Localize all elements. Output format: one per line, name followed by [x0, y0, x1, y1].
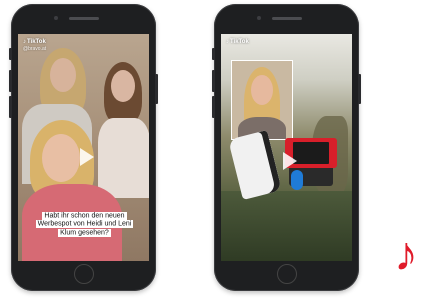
play-icon[interactable] — [80, 148, 94, 166]
user-handle: @bravo.at — [23, 46, 47, 52]
video-screen-left[interactable]: ♪TikTok @bravo.at Habt ihr schon den neu… — [18, 34, 149, 261]
video-caption: Habt ihr schon den neuen Werbespot von H… — [30, 211, 139, 238]
home-button[interactable] — [276, 264, 297, 284]
front-camera — [257, 16, 261, 20]
play-icon[interactable] — [283, 152, 297, 170]
video-screen-right[interactable]: ♪TikTok — [221, 34, 352, 261]
earpiece — [68, 17, 99, 20]
earpiece — [271, 17, 302, 20]
volume-up-button — [212, 70, 215, 92]
power-button — [358, 74, 361, 104]
phone-left: ♪TikTok @bravo.at Habt ihr schon den neu… — [9, 4, 158, 291]
tiktok-note-icon: ♪ — [226, 39, 229, 45]
ps5-console — [228, 130, 282, 200]
phone-right: ♪TikTok — [212, 4, 361, 291]
volume-down-button — [9, 96, 12, 118]
picture-in-picture-video — [231, 60, 293, 140]
person-face — [42, 134, 80, 182]
volume-down-button — [212, 96, 215, 118]
tiktok-icon: ♪ — [394, 228, 418, 281]
tiktok-watermark: ♪TikTok — [226, 39, 249, 46]
tiktok-label: TikTok — [230, 39, 249, 45]
tiktok-note-icon: ♪ — [23, 39, 26, 45]
mute-switch — [9, 48, 12, 60]
person-face — [111, 70, 135, 102]
home-button[interactable] — [73, 264, 94, 284]
tiktok-watermark: ♪TikTok @bravo.at — [23, 39, 46, 53]
person-body — [98, 118, 149, 198]
ground-scenery — [221, 191, 352, 261]
joycon-controller — [291, 170, 303, 190]
mute-switch — [212, 48, 215, 60]
person-face — [50, 58, 76, 92]
front-camera — [54, 16, 58, 20]
person-face — [251, 75, 273, 105]
switch-screen — [293, 142, 329, 164]
power-button — [155, 74, 158, 104]
tiktok-label: TikTok — [27, 39, 46, 45]
volume-up-button — [9, 70, 12, 92]
caption-text: Habt ihr schon den neuen Werbespot von H… — [35, 211, 134, 237]
